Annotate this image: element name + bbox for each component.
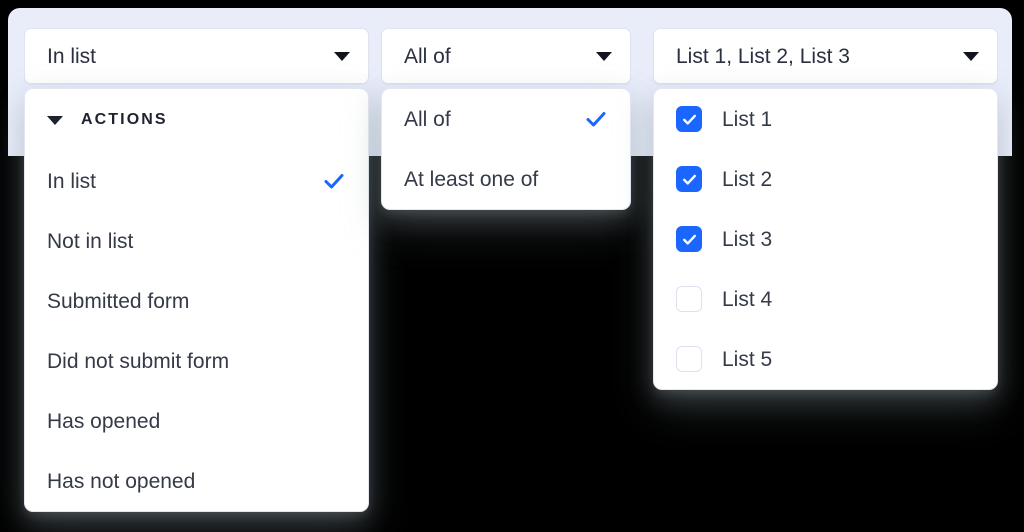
- match-option-all-of[interactable]: All of: [382, 89, 630, 149]
- option-label: Has not opened: [47, 469, 196, 493]
- checkbox-unchecked-icon[interactable]: [676, 346, 702, 372]
- lists-option-list-4[interactable]: List 4: [654, 269, 997, 329]
- screen-root: In list ACTIONS In list Not in list Subm…: [0, 0, 1024, 532]
- lists-select-trigger[interactable]: List 1, List 2, List 3: [653, 28, 998, 84]
- option-label: List 2: [722, 167, 773, 191]
- lists-select-value: List 1, List 2, List 3: [676, 44, 850, 68]
- triangle-down-icon: [47, 115, 63, 125]
- checkbox-checked-icon[interactable]: [676, 226, 702, 252]
- action-group-label: ACTIONS: [81, 111, 168, 128]
- option-label: List 5: [722, 347, 773, 371]
- check-icon: [584, 107, 608, 131]
- action-option-submitted-form[interactable]: Submitted form: [25, 271, 368, 331]
- lists-option-list-5[interactable]: List 5: [654, 329, 997, 389]
- match-select-value: All of: [404, 44, 451, 68]
- action-select-trigger[interactable]: In list: [24, 28, 369, 84]
- action-option-not-in-list[interactable]: Not in list: [25, 211, 368, 271]
- option-label: List 1: [722, 107, 773, 131]
- action-option-has-opened[interactable]: Has opened: [25, 391, 368, 451]
- checkbox-unchecked-icon[interactable]: [676, 286, 702, 312]
- lists-option-list-3[interactable]: List 3: [654, 209, 997, 269]
- option-label: All of: [404, 107, 451, 131]
- option-label: Not in list: [47, 229, 134, 253]
- action-option-in-list[interactable]: In list: [25, 151, 368, 211]
- option-label: In list: [47, 169, 97, 193]
- option-label: Did not submit form: [47, 349, 230, 373]
- option-label: List 4: [722, 287, 773, 311]
- lists-option-list-1[interactable]: List 1: [654, 89, 997, 149]
- chevron-down-icon: [963, 51, 979, 61]
- option-label: List 3: [722, 227, 773, 251]
- match-select-trigger[interactable]: All of: [381, 28, 631, 84]
- action-option-has-not-opened[interactable]: Has not opened: [25, 451, 368, 511]
- chevron-down-icon: [334, 51, 350, 61]
- lists-dropdown-panel: List 1 List 2 List 3 List 4 List 5: [653, 88, 998, 390]
- option-label: Has opened: [47, 409, 161, 433]
- match-dropdown-panel: All of At least one of: [381, 88, 631, 210]
- checkbox-checked-icon[interactable]: [676, 166, 702, 192]
- action-select-value: In list: [47, 44, 97, 68]
- action-group-header[interactable]: ACTIONS: [25, 89, 368, 151]
- action-dropdown-panel: ACTIONS In list Not in list Submitted fo…: [24, 88, 369, 512]
- lists-option-list-2[interactable]: List 2: [654, 149, 997, 209]
- option-label: At least one of: [404, 167, 539, 191]
- action-option-did-not-submit-form[interactable]: Did not submit form: [25, 331, 368, 391]
- check-icon: [322, 169, 346, 193]
- option-label: Submitted form: [47, 289, 190, 313]
- match-option-at-least-one-of[interactable]: At least one of: [382, 149, 630, 209]
- checkbox-checked-icon[interactable]: [676, 106, 702, 132]
- chevron-down-icon: [596, 51, 612, 61]
